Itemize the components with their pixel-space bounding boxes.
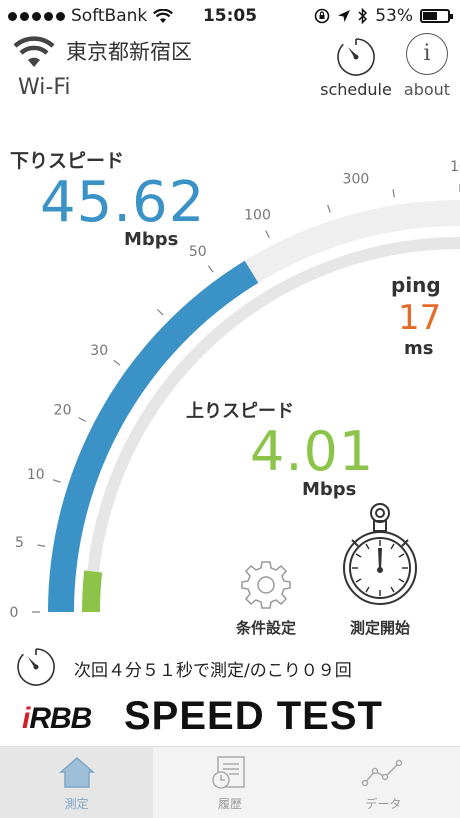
- tab-data-label: データ: [365, 797, 402, 811]
- start-measure-button[interactable]: 測定開始: [338, 500, 422, 638]
- tab-history-label: 履歴: [217, 797, 242, 811]
- download-unit: Mbps: [124, 229, 179, 250]
- gear-icon: [241, 561, 291, 609]
- tab-data[interactable]: データ: [307, 747, 460, 818]
- gauge-tick-label: 300: [343, 171, 370, 187]
- timer-icon: [17, 648, 55, 686]
- gauge-tick-label: 1G: [450, 159, 460, 175]
- next-measure-text: 次回４分５１秒で測定/のこり０９回: [74, 661, 352, 681]
- upload-value: 4.01: [250, 420, 375, 483]
- chart-icon: [362, 759, 403, 787]
- tab-history[interactable]: 履歴: [153, 747, 306, 818]
- gauge-tick: [113, 359, 121, 366]
- start-measure-label: 測定開始: [349, 619, 410, 637]
- gauge-tick-label: 10: [27, 467, 45, 483]
- settings-label: 条件設定: [235, 619, 296, 637]
- gauge-tick-label: 50: [189, 244, 207, 260]
- gauge-tick: [207, 265, 214, 273]
- gauge-tick-label: 100: [244, 208, 271, 224]
- download-value: 45.62: [40, 170, 206, 235]
- tab-measure[interactable]: 測定: [0, 747, 154, 818]
- ping-value: 17: [398, 298, 442, 338]
- gauge-tick-label: 5: [15, 535, 24, 551]
- tab-measure-label: 測定: [64, 797, 89, 811]
- gauge-tick-label: 20: [54, 403, 72, 419]
- brand-logo: iRBB SPEED TEST: [22, 694, 442, 740]
- upload-unit: Mbps: [302, 479, 357, 500]
- tab-bar: 測定 履歴 データ: [0, 746, 460, 818]
- ping-unit: ms: [404, 338, 434, 359]
- download-label: 下りスピード: [10, 150, 125, 172]
- settings-button[interactable]: 条件設定: [228, 558, 304, 638]
- gauge-tick: [37, 544, 46, 547]
- next-measure-row: 次回４分５１秒で測定/のこり０９回: [14, 645, 454, 689]
- gauge-tick: [265, 230, 270, 239]
- history-icon: [212, 756, 245, 789]
- speed-test-title: SPEED TEST: [124, 694, 383, 738]
- gauge-tick-label: 0: [10, 605, 19, 621]
- ping-label: ping: [391, 273, 441, 297]
- gauge-tick: [327, 204, 331, 213]
- gauge-tick: [52, 479, 61, 483]
- gauge-tick-label: 30: [90, 343, 108, 359]
- rbb-logo: iRBB: [22, 702, 92, 735]
- upload-arc: [81, 570, 103, 613]
- gauge-tick: [156, 308, 164, 316]
- stopwatch-icon: [343, 503, 417, 605]
- gauge-tick: [392, 189, 395, 198]
- home-icon: [58, 757, 95, 788]
- gauge-tick: [78, 417, 87, 422]
